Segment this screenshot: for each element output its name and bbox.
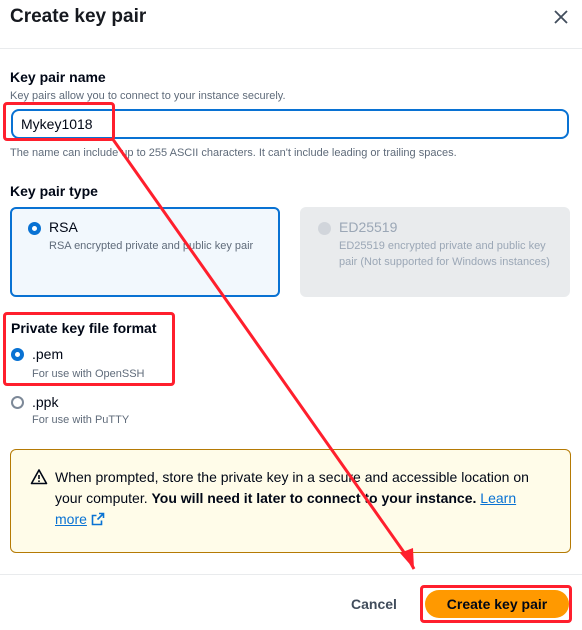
key-pair-name-constraint: The name can include up to 255 ASCII cha…: [10, 147, 457, 159]
rsa-title: RSA: [49, 219, 78, 235]
key-pair-name-input[interactable]: [11, 109, 569, 139]
ppk-title: .ppk: [32, 394, 59, 410]
ed25519-radio: [318, 222, 331, 235]
footer-divider: [0, 574, 582, 575]
warning-alert: When prompted, store the private key in …: [10, 449, 571, 553]
key-type-option-ed25519: ED25519 ED25519 encrypted private and pu…: [300, 207, 570, 297]
dialog-header: Create key pair: [0, 0, 582, 49]
ppk-radio[interactable]: [11, 396, 24, 409]
rsa-radio[interactable]: [28, 222, 41, 235]
warning-text: When prompted, store the private key in …: [55, 467, 545, 530]
ppk-description: For use with PuTTY: [32, 414, 130, 426]
dialog-title: Create key pair: [10, 6, 147, 27]
key-pair-name-label: Key pair name: [10, 69, 106, 85]
private-key-format-label: Private key file format: [11, 320, 157, 336]
ed25519-description: ED25519 encrypted private and public key…: [339, 240, 550, 268]
pem-radio[interactable]: [11, 348, 24, 361]
close-icon[interactable]: [548, 4, 574, 30]
ed25519-title: ED25519: [339, 219, 398, 235]
pem-title: .pem: [32, 346, 64, 362]
external-link-icon[interactable]: [91, 512, 105, 526]
key-type-option-rsa[interactable]: RSA RSA encrypted private and public key…: [10, 207, 280, 297]
key-pair-type-label: Key pair type: [10, 183, 98, 199]
pem-description: For use with OpenSSH: [32, 368, 145, 380]
create-key-pair-button[interactable]: Create key pair: [425, 590, 569, 618]
warning-icon: [30, 469, 48, 485]
warning-bold-text: You will need it later to connect to you…: [151, 490, 477, 506]
cancel-button[interactable]: Cancel: [338, 590, 410, 618]
rsa-description: RSA encrypted private and public key pai…: [49, 240, 254, 252]
key-pair-name-description: Key pairs allow you to connect to your i…: [10, 90, 286, 102]
